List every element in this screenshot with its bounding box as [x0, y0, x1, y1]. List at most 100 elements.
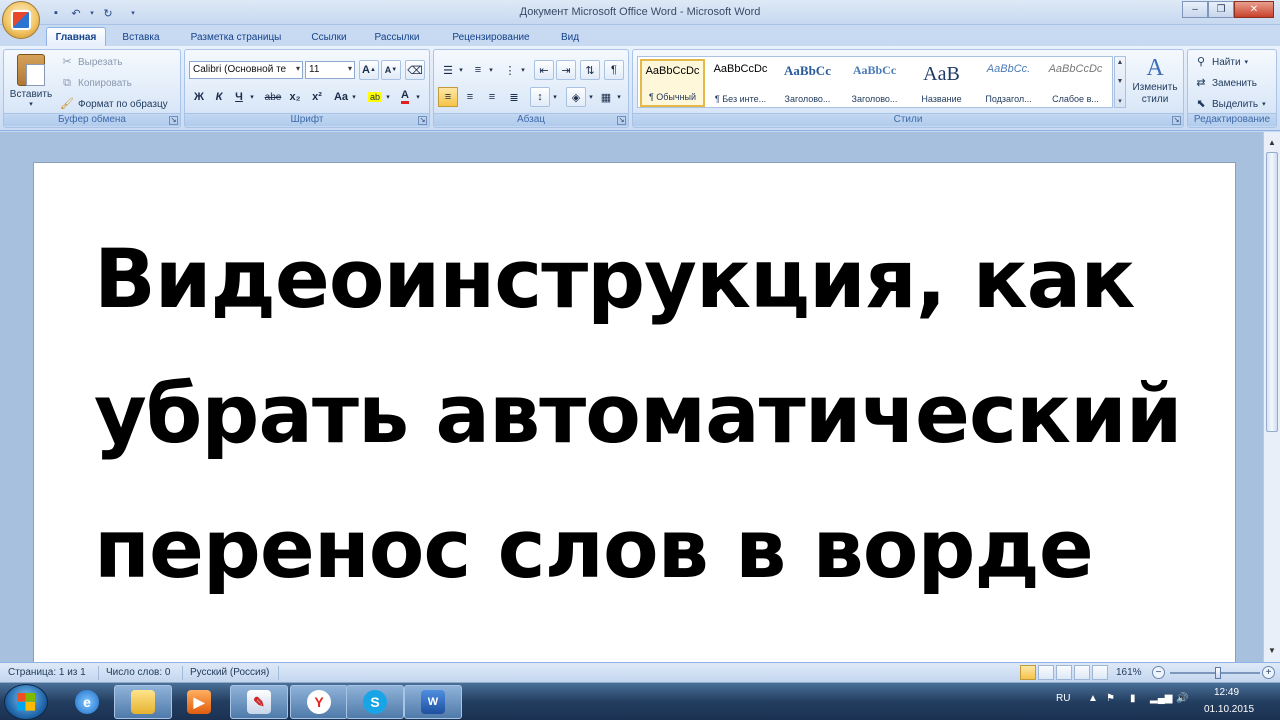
print-layout-view-icon[interactable]: [1020, 665, 1036, 680]
document-page[interactable]: Видеоинструкция, как убрать автоматическ…: [33, 162, 1236, 662]
align-left-icon[interactable]: ≡: [438, 87, 458, 107]
borders-icon[interactable]: ▦: [596, 87, 616, 107]
style-title[interactable]: AaB Название: [909, 59, 974, 107]
shrink-font-button[interactable]: A ▼: [381, 60, 401, 80]
tab-references[interactable]: Ссылки: [302, 27, 356, 47]
page-count[interactable]: Страница: 1 из 1: [8, 667, 86, 678]
taskbar-media-player[interactable]: ▶: [170, 685, 228, 719]
chevron-down-icon[interactable]: ▾: [383, 87, 393, 107]
paste-button[interactable]: Вставить ▾: [8, 54, 54, 108]
align-right-icon[interactable]: ≡: [482, 87, 502, 107]
restore-button[interactable]: ❐: [1208, 1, 1234, 18]
align-center-icon[interactable]: ≡: [460, 87, 480, 107]
start-button[interactable]: [4, 684, 48, 720]
volume-icon[interactable]: 🔊: [1176, 693, 1188, 720]
zoom-in-icon[interactable]: +: [1262, 666, 1275, 679]
style-no-spacing[interactable]: AaBbCcDc ¶ Без инте...: [708, 59, 773, 107]
show-hidden-icons[interactable]: ▲: [1088, 693, 1098, 720]
multilevel-list-icon[interactable]: ⋮: [500, 60, 520, 80]
highlight-button[interactable]: ab: [365, 87, 385, 107]
cut-button[interactable]: ✂ Вырезать: [60, 55, 122, 69]
justify-icon[interactable]: ≣: [504, 87, 524, 107]
minimize-button[interactable]: –: [1182, 1, 1208, 18]
superscript-button[interactable]: x²: [307, 87, 327, 107]
chevron-down-icon[interactable]: ▾: [586, 87, 596, 107]
tab-mailings[interactable]: Рассылки: [366, 27, 428, 47]
shading-icon[interactable]: ◈: [566, 87, 586, 107]
style-subtle-emphasis[interactable]: AaBbCcDc Слабое в...: [1043, 59, 1108, 107]
style-normal[interactable]: AaBbCcDc ¶ Обычный: [640, 59, 705, 107]
web-layout-view-icon[interactable]: [1056, 665, 1072, 680]
language-bar[interactable]: RU: [1056, 693, 1070, 720]
tab-page-layout[interactable]: Разметка страницы: [178, 27, 294, 47]
chevron-down-icon[interactable]: ▾: [456, 60, 466, 80]
draft-view-icon[interactable]: [1092, 665, 1108, 680]
select-button[interactable]: ⬉ Выделить ▾: [1194, 97, 1265, 111]
chevron-down-icon[interactable]: ▾: [614, 87, 624, 107]
taskbar-word[interactable]: W: [404, 685, 462, 719]
find-button[interactable]: ⚲ Найти ▾: [1194, 55, 1248, 69]
font-color-button[interactable]: A: [395, 87, 415, 107]
scrollbar-thumb[interactable]: [1266, 152, 1278, 432]
taskbar-explorer[interactable]: [114, 685, 172, 719]
pilcrow-icon[interactable]: ¶: [604, 60, 624, 80]
italic-button[interactable]: К: [209, 87, 229, 107]
replace-button[interactable]: ⇄ Заменить: [1194, 76, 1257, 90]
scroll-down-icon[interactable]: ▼: [1266, 646, 1278, 656]
more-styles-icon[interactable]: ▾: [1118, 97, 1122, 105]
line-spacing-icon[interactable]: ↕: [530, 87, 550, 107]
word-count[interactable]: Число слов: 0: [106, 667, 170, 678]
bullets-icon[interactable]: ☰: [438, 60, 458, 80]
office-button[interactable]: [2, 1, 40, 39]
underline-button[interactable]: Ч: [229, 87, 249, 107]
taskbar-skype[interactable]: S: [346, 685, 404, 719]
dialog-launcher-icon[interactable]: ↘: [617, 116, 626, 125]
style-heading-2[interactable]: AaBbCc Заголово...: [842, 59, 907, 107]
scroll-down-icon[interactable]: ▼: [1117, 78, 1124, 85]
chevron-down-icon[interactable]: ▾: [413, 87, 423, 107]
zoom-slider-thumb[interactable]: [1215, 667, 1221, 679]
document-text[interactable]: Видеоинструкция, как убрать автоматическ…: [94, 213, 1224, 618]
taskbar-ie[interactable]: e: [58, 685, 116, 719]
tab-view[interactable]: Вид: [552, 27, 588, 47]
full-screen-reading-view-icon[interactable]: [1038, 665, 1054, 680]
clear-formatting-button[interactable]: ⌫: [405, 60, 425, 80]
change-styles-button[interactable]: A Изменить стили: [1127, 54, 1183, 106]
chevron-down-icon[interactable]: ▾: [247, 87, 257, 107]
scroll-up-icon[interactable]: ▲: [1266, 138, 1278, 148]
decrease-indent-icon[interactable]: ⇤: [534, 60, 554, 80]
tab-home[interactable]: Главная: [46, 27, 106, 47]
dialog-launcher-icon[interactable]: ↘: [418, 116, 427, 125]
zoom-level[interactable]: 161%: [1116, 667, 1142, 678]
chevron-down-icon[interactable]: ▾: [349, 87, 359, 107]
numbering-icon[interactable]: ≡: [468, 60, 488, 80]
subscript-button[interactable]: x₂: [285, 87, 305, 107]
action-center-icon[interactable]: ⚑: [1106, 693, 1115, 720]
dialog-launcher-icon[interactable]: ↘: [169, 116, 178, 125]
language-indicator[interactable]: Русский (Россия): [190, 667, 269, 678]
font-name-combo[interactable]: Calibri (Основной те ▾: [189, 61, 303, 79]
copy-button[interactable]: ⧉ Копировать: [60, 76, 132, 90]
taskbar-yandex[interactable]: Y: [290, 685, 348, 719]
change-case-button[interactable]: Aa: [331, 87, 351, 107]
taskbar-paint[interactable]: ✎: [230, 685, 288, 719]
outline-view-icon[interactable]: [1074, 665, 1090, 680]
style-subtitle[interactable]: AaBbCc. Подзагол...: [976, 59, 1041, 107]
vertical-scrollbar[interactable]: ▲ ▼: [1263, 132, 1280, 662]
chevron-down-icon[interactable]: ▾: [518, 60, 528, 80]
tab-review[interactable]: Рецензирование: [440, 27, 542, 47]
chevron-down-icon[interactable]: ▾: [486, 60, 496, 80]
bold-button[interactable]: Ж: [189, 87, 209, 107]
format-painter-button[interactable]: 🖌 Формат по образцу: [60, 97, 168, 111]
close-button[interactable]: ✕: [1234, 1, 1274, 18]
increase-indent-icon[interactable]: ⇥: [556, 60, 576, 80]
scroll-up-icon[interactable]: ▲: [1117, 59, 1124, 66]
style-heading-1[interactable]: AaBbCc Заголово...: [775, 59, 840, 107]
clock-date[interactable]: 01.10.2015: [1204, 704, 1254, 720]
strikethrough-button[interactable]: abe: [263, 87, 283, 107]
sort-icon[interactable]: ⇅: [580, 60, 600, 80]
tab-insert[interactable]: Вставка: [112, 27, 170, 47]
battery-icon[interactable]: ▮: [1130, 693, 1136, 720]
styles-gallery-scroll[interactable]: ▲ ▼ ▾: [1114, 56, 1126, 108]
zoom-out-icon[interactable]: −: [1152, 666, 1165, 679]
